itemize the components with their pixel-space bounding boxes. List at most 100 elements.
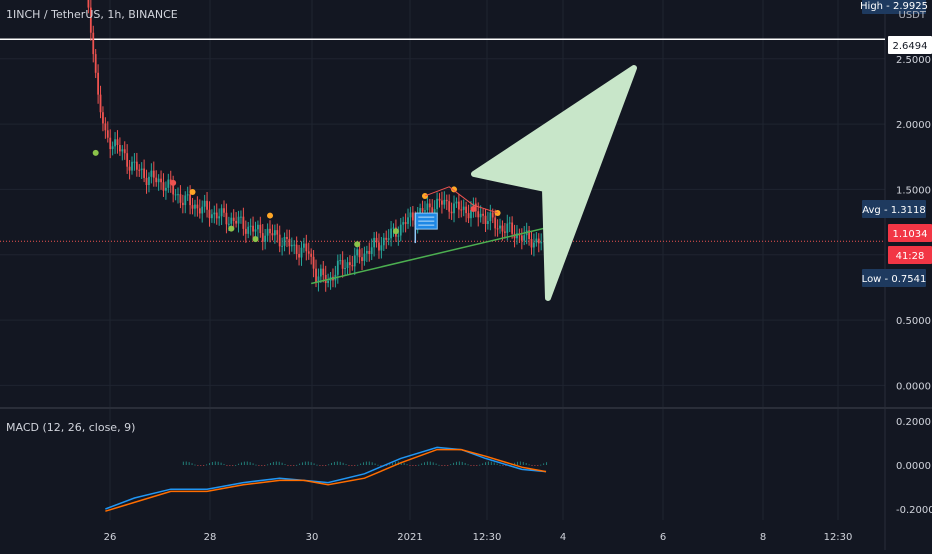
candle-body <box>189 194 192 206</box>
candle-body <box>194 204 196 209</box>
macd-histogram-bar <box>482 463 484 465</box>
candle-body <box>99 94 102 113</box>
candle-body <box>356 249 359 256</box>
macd-histogram-bar <box>435 463 437 465</box>
macd-histogram-bar <box>188 462 190 465</box>
macd-histogram-bar <box>206 464 208 466</box>
macd-histogram-bar <box>502 465 504 466</box>
macd-histogram-bar <box>214 461 216 465</box>
candle-body <box>123 149 126 154</box>
candle-body <box>220 208 223 217</box>
macd-histogram-bar <box>458 461 460 465</box>
macd-histogram-bar <box>516 461 518 465</box>
candle-body <box>259 224 262 234</box>
macd-histogram-bar <box>238 463 240 465</box>
candle-body <box>247 226 250 234</box>
candle-body <box>438 198 441 201</box>
avg-badge: Avg - 1.3118 <box>862 200 926 218</box>
candle-body <box>426 203 429 211</box>
chart-canvas[interactable]: 2.50002.00001.50001.00000.50000.00002628… <box>0 0 932 550</box>
macd-histogram-bar <box>240 462 242 465</box>
macd-histogram-bar <box>490 461 492 465</box>
candle-body <box>196 204 199 209</box>
signal-marker-green <box>392 228 399 235</box>
macd-histogram-bar <box>424 462 426 465</box>
macd-histogram-bar <box>275 461 277 465</box>
candle-body <box>135 161 138 170</box>
candle-body <box>424 210 426 212</box>
macd-histogram-bar <box>304 461 306 465</box>
macd-histogram-bar <box>336 461 338 465</box>
candle-body <box>489 212 492 222</box>
macd-histogram-bar <box>252 463 254 465</box>
candle-body <box>300 247 303 258</box>
macd-histogram-bar <box>325 465 327 466</box>
candle-body <box>232 217 235 221</box>
candle-body <box>160 178 162 183</box>
candle-body <box>436 198 438 210</box>
candle-body <box>242 216 245 229</box>
macd-histogram-bar <box>487 461 489 465</box>
candle-body <box>467 213 470 219</box>
macd-histogram-bar <box>351 465 353 466</box>
candle-body <box>126 153 129 167</box>
candle-body <box>87 0 90 8</box>
x-tick-label: 26 <box>104 532 117 543</box>
candle-body <box>349 262 351 266</box>
macd-title: MACD (12, 26, close, 9) <box>6 421 136 434</box>
macd-histogram-bar <box>479 464 481 466</box>
candle-body <box>150 170 153 177</box>
macd-histogram-bar <box>455 461 457 465</box>
candle-body <box>179 194 182 203</box>
candle-body <box>421 208 424 212</box>
countdown-badge-text: 41:28 <box>896 251 925 262</box>
candle-body <box>177 194 179 196</box>
macd-histogram-bar <box>389 464 391 466</box>
macd-histogram-bar <box>354 465 356 466</box>
macd-histogram-bar <box>208 463 210 465</box>
candle-body <box>218 216 221 219</box>
macd-histogram-bar <box>421 463 423 465</box>
candle-body <box>453 203 455 214</box>
candle-body <box>465 206 468 214</box>
candle-body <box>402 222 405 225</box>
candle-body <box>290 244 293 247</box>
macd-histogram-bar <box>313 463 315 465</box>
macd-histogram-bar <box>438 464 440 466</box>
countdown-badge: 41:28 <box>888 246 932 264</box>
candle-body <box>441 200 443 205</box>
macd-histogram-bar <box>339 461 341 465</box>
macd-histogram-bar <box>365 461 367 465</box>
candle-body <box>392 227 395 229</box>
candle-body <box>225 212 228 225</box>
candle-body <box>203 200 206 207</box>
candle-body <box>121 149 124 152</box>
candle-body <box>184 195 187 206</box>
candle-body <box>407 217 409 224</box>
candle-body <box>298 253 300 258</box>
candle-body <box>109 137 112 150</box>
candle-body <box>310 253 313 257</box>
candle-body <box>303 243 305 248</box>
candle-body <box>533 242 535 248</box>
candle-body <box>540 242 543 244</box>
macd-histogram-bar <box>429 461 431 465</box>
macd-histogram-bar <box>220 462 222 465</box>
candle-body <box>111 146 114 150</box>
candle-body <box>102 112 104 124</box>
candle-body <box>520 235 523 241</box>
candle-body <box>382 237 385 246</box>
candle-body <box>445 199 448 202</box>
candle-body <box>257 224 259 230</box>
x-tick-label: 2021 <box>397 532 422 543</box>
candle-body <box>448 201 451 212</box>
macd-histogram-bar <box>200 465 202 466</box>
candle-body <box>140 168 143 171</box>
signal-marker-orange <box>267 212 274 219</box>
chart-background <box>0 0 932 550</box>
macd-histogram-bar <box>322 465 324 466</box>
candle-body <box>404 222 407 224</box>
candle-body <box>155 177 158 183</box>
candle-body <box>269 228 271 234</box>
macd-histogram-bar <box>270 463 272 465</box>
